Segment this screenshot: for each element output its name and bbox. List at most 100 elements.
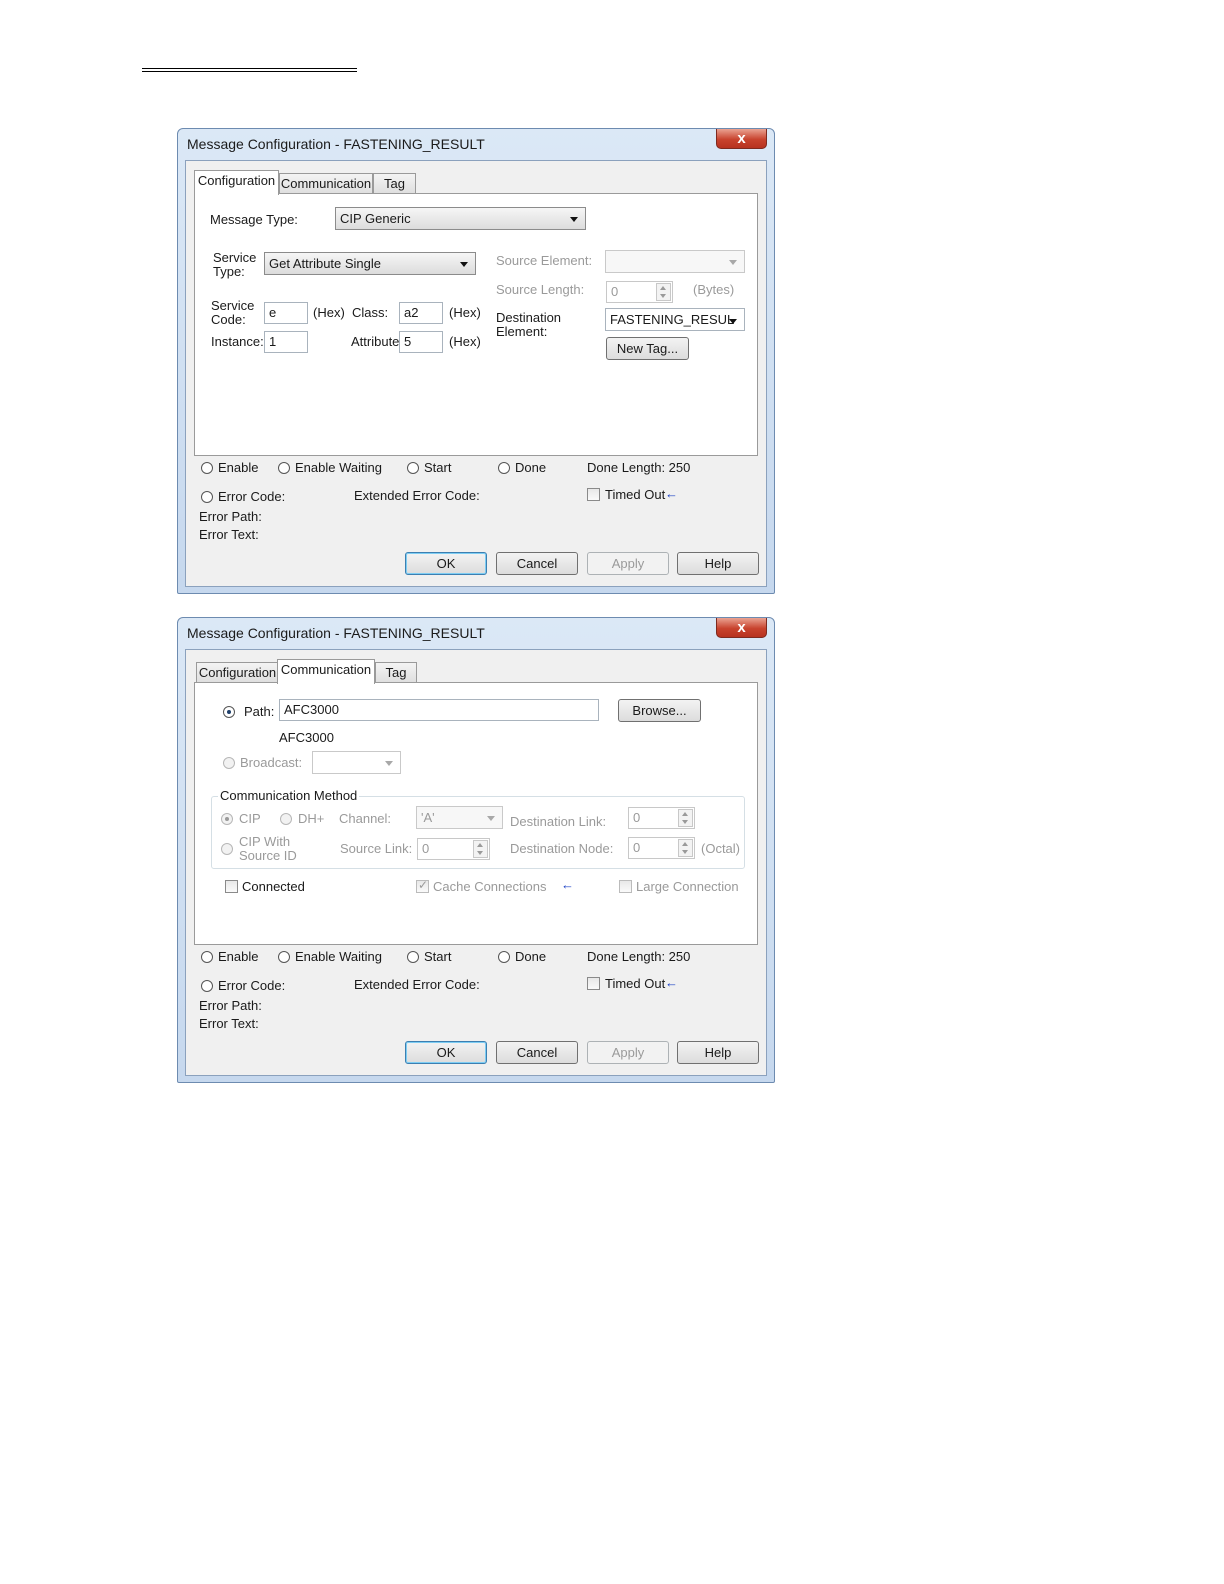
- tab-tag[interactable]: Tag: [375, 662, 417, 683]
- start-label: Start: [424, 949, 452, 964]
- message-configuration-dialog-communication: Message Configuration - FASTENING_RESULT…: [177, 617, 775, 1083]
- bytes-label: (Bytes): [693, 282, 735, 297]
- ok-button[interactable]: OK: [405, 552, 487, 575]
- source-link-label: Source Link:: [340, 841, 413, 856]
- timed-out-checkbox[interactable]: [587, 488, 600, 501]
- cancel-button[interactable]: Cancel: [496, 1041, 578, 1064]
- source-length-input[interactable]: 0: [606, 281, 673, 303]
- cancel-button[interactable]: Cancel: [496, 552, 578, 575]
- enable-waiting-indicator: [278, 951, 290, 963]
- dialog-client-area: Configuration Communication Tag Message …: [185, 160, 767, 587]
- done-length-label: Done Length: 250: [587, 949, 691, 964]
- done-indicator: [498, 462, 510, 474]
- close-button[interactable]: x: [716, 618, 767, 638]
- timed-out-label: Timed Out: [605, 976, 666, 991]
- source-element-select[interactable]: [605, 250, 745, 273]
- error-path-label: Error Path:: [199, 998, 262, 1013]
- large-connection-checkbox[interactable]: [619, 880, 632, 893]
- chevron-down-icon: [729, 260, 737, 265]
- chevron-down-icon: [487, 816, 495, 821]
- apply-button[interactable]: Apply: [587, 552, 669, 575]
- service-type-select[interactable]: Get Attribute Single: [264, 252, 476, 275]
- communication-method-legend: Communication Method: [218, 788, 360, 803]
- close-button[interactable]: x: [716, 129, 767, 149]
- done-length-label: Done Length: 250: [587, 460, 691, 475]
- connected-label: Connected: [242, 879, 305, 894]
- class-hex-label: (Hex): [449, 305, 481, 320]
- destination-link-label: Destination Link:: [510, 814, 607, 829]
- dialog-client-area: Configuration Communication Tag Path: AF…: [185, 649, 767, 1076]
- tab-communication[interactable]: Communication: [279, 173, 373, 194]
- spinner-icon[interactable]: [678, 809, 693, 827]
- new-tag-button[interactable]: New Tag...: [606, 337, 689, 360]
- enable-waiting-label: Enable Waiting: [295, 460, 382, 475]
- help-button[interactable]: Help: [677, 1041, 759, 1064]
- cip-with-source-id-radio[interactable]: [221, 843, 233, 855]
- chevron-down-icon: [570, 217, 578, 222]
- error-code-label: Error Code:: [218, 978, 286, 993]
- class-label: Class:: [352, 305, 389, 320]
- cip-radio[interactable]: [221, 813, 233, 825]
- error-path-label: Error Path:: [199, 509, 262, 524]
- start-indicator: [407, 951, 419, 963]
- cip-with-source-id-label: CIP With Source ID: [239, 834, 297, 863]
- done-indicator: [498, 951, 510, 963]
- tab-tag[interactable]: Tag: [373, 173, 416, 194]
- attribute-input[interactable]: 5: [399, 331, 443, 353]
- large-connection-label: Large Connection: [636, 879, 739, 894]
- tab-configuration[interactable]: Configuration: [194, 170, 279, 195]
- dhplus-label: DH+: [298, 811, 325, 826]
- destination-element-select[interactable]: FASTENING_RESUL: [605, 308, 745, 331]
- path-input[interactable]: AFC3000: [279, 699, 599, 721]
- octal-label: (Octal): [701, 841, 740, 856]
- dialog-title: Message Configuration - FASTENING_RESULT: [187, 136, 485, 152]
- error-code-indicator: [201, 980, 213, 992]
- communication-method-group: Communication Method CIP DH+ Channel: 'A…: [211, 788, 745, 869]
- connected-checkbox[interactable]: [225, 880, 238, 893]
- source-link-input[interactable]: 0: [417, 838, 490, 860]
- cache-connections-checkbox[interactable]: [416, 878, 429, 893]
- source-length-label: Source Length:: [496, 282, 585, 297]
- channel-value: 'A': [421, 810, 435, 825]
- tab-communication[interactable]: Communication: [277, 659, 375, 684]
- tab-configuration[interactable]: Configuration: [196, 662, 279, 683]
- done-label: Done: [515, 460, 547, 475]
- path-radio[interactable]: [223, 706, 235, 718]
- message-type-value: CIP Generic: [340, 211, 411, 226]
- timed-out-checkbox[interactable]: [587, 977, 600, 990]
- destination-link-input[interactable]: 0: [628, 807, 695, 829]
- service-code-hex-label: (Hex): [313, 305, 345, 320]
- attribute-label: Attribute:: [351, 334, 404, 349]
- broadcast-select[interactable]: [312, 751, 401, 774]
- instance-input[interactable]: 1: [264, 331, 308, 353]
- class-input[interactable]: a2: [399, 302, 443, 324]
- ok-button[interactable]: OK: [405, 1041, 487, 1064]
- enable-indicator: [201, 951, 213, 963]
- error-code-label: Error Code:: [218, 489, 286, 504]
- attribute-hex-label: (Hex): [449, 334, 481, 349]
- service-code-input[interactable]: e: [264, 302, 308, 324]
- destination-element-label: Destination Element:: [496, 310, 562, 339]
- spinner-icon[interactable]: [678, 839, 693, 857]
- path-label: Path:: [244, 704, 275, 719]
- help-button[interactable]: Help: [677, 552, 759, 575]
- dhplus-radio[interactable]: [280, 813, 292, 825]
- service-type-value: Get Attribute Single: [269, 256, 382, 271]
- arrow-left-icon: ←: [665, 975, 678, 990]
- spinner-icon[interactable]: [656, 283, 671, 301]
- channel-label: Channel:: [339, 811, 392, 826]
- destination-node-input[interactable]: 0: [628, 837, 695, 859]
- extended-error-code-label: Extended Error Code:: [354, 488, 480, 503]
- document-underline-rule: [142, 68, 357, 72]
- browse-button[interactable]: Browse...: [618, 699, 701, 722]
- start-indicator: [407, 462, 419, 474]
- broadcast-radio[interactable]: [223, 757, 235, 769]
- enable-indicator: [201, 462, 213, 474]
- chevron-down-icon: [460, 262, 468, 267]
- message-type-select[interactable]: CIP Generic: [335, 207, 586, 230]
- dialog-title: Message Configuration - FASTENING_RESULT: [187, 625, 485, 641]
- apply-button[interactable]: Apply: [587, 1041, 669, 1064]
- source-element-label: Source Element:: [496, 253, 593, 268]
- spinner-icon[interactable]: [473, 840, 488, 858]
- channel-select[interactable]: 'A': [416, 806, 503, 829]
